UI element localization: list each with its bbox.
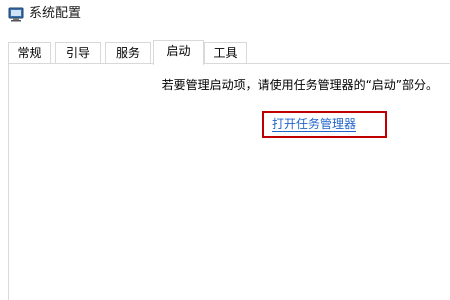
tab-startup[interactable]: 启动: [153, 40, 204, 65]
title-bar: 系统配置: [0, 0, 450, 30]
tab-label: 服务: [115, 46, 140, 60]
startup-info-text: 若要管理启动项，请使用任务管理器的“启动”部分。: [161, 78, 438, 92]
open-task-manager-link[interactable]: 打开任务管理器: [272, 116, 357, 132]
tab-label: 启动: [166, 44, 191, 58]
system-configuration-window: 系统配置 常规 引导 服务 启动 工具 若要管理启动项，请使用任务管理器的“启动…: [0, 0, 450, 300]
tab-boot[interactable]: 引导: [55, 42, 101, 63]
tab-label: 工具: [213, 46, 238, 60]
window-title: 系统配置: [29, 6, 82, 21]
tab-strip: 常规 引导 服务 启动 工具: [8, 40, 450, 65]
tab-label: 引导: [65, 46, 90, 60]
tab-general[interactable]: 常规: [8, 42, 51, 63]
tab-services[interactable]: 服务: [105, 42, 151, 63]
tab-label: 常规: [17, 46, 42, 60]
startup-tab-panel: [8, 63, 450, 300]
open-task-manager-link-label: 打开任务管理器: [272, 117, 357, 132]
tab-tools[interactable]: 工具: [204, 42, 247, 63]
system-config-icon: [8, 7, 24, 22]
